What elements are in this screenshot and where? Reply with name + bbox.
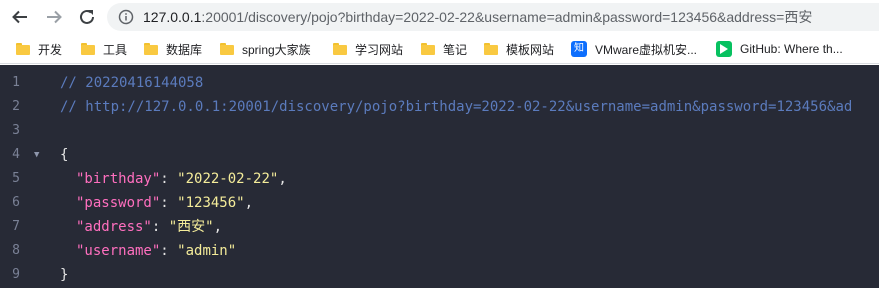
- line-number: 2: [12, 99, 20, 114]
- json-field-birthday: "birthday": "2022-02-22",: [76, 171, 287, 187]
- bookmark-folder-tools[interactable]: 工具: [81, 40, 127, 58]
- url-comment: // http://127.0.0.1:20001/discovery/pojo…: [60, 99, 853, 115]
- reload-button[interactable]: [75, 5, 99, 29]
- line-number: 8: [12, 243, 20, 258]
- bookmark-folder-database[interactable]: 数据库: [144, 40, 202, 58]
- bookmark-folder-learning[interactable]: 学习网站: [333, 40, 403, 58]
- bookmark-label: VMware虚拟机安...: [595, 42, 698, 57]
- folder-icon: [333, 43, 347, 55]
- code-line-1: 1 // 20220416144058: [0, 71, 879, 95]
- json-value: "2022-02-22": [177, 171, 279, 187]
- line-number: 6: [12, 195, 20, 210]
- line-number: 5: [12, 171, 20, 186]
- code-line-4: 4 ▼ {: [0, 143, 879, 167]
- json-field-password: "password": "123456",: [76, 195, 254, 211]
- bookmark-vmware[interactable]: 知 VMware虚拟机安...: [571, 40, 697, 58]
- code-line-5: 5 "birthday": "2022-02-22",: [0, 167, 879, 191]
- bookmark-folder-dev[interactable]: 开发: [16, 40, 62, 58]
- bookmark-github[interactable]: GitHub: Where th...: [716, 40, 843, 58]
- url-host: 127.0.0.1: [143, 9, 202, 25]
- json-key: "password": [76, 195, 161, 211]
- line-number: 9: [12, 267, 20, 282]
- play-icon: [716, 41, 732, 57]
- bookmark-folder-notes[interactable]: 笔记: [421, 40, 467, 58]
- folder-icon: [421, 43, 435, 55]
- bookmark-label: spring大家族: [242, 42, 311, 57]
- url-text[interactable]: 127.0.0.1:20001/discovery/pojo?birthday=…: [143, 9, 812, 25]
- back-button[interactable]: [8, 5, 32, 29]
- bookmark-label: 笔记: [443, 42, 468, 57]
- open-brace: {: [60, 147, 69, 163]
- timestamp-comment: // 20220416144058: [60, 75, 204, 91]
- bookmark-folder-spring[interactable]: spring大家族: [220, 40, 311, 58]
- code-line-8: 8 "username": "admin": [0, 239, 879, 263]
- code-line-9: 9 }: [0, 263, 879, 287]
- close-brace: }: [60, 267, 69, 283]
- forward-button[interactable]: [42, 5, 66, 29]
- code-line-7: 7 "address": "西安",: [0, 215, 879, 239]
- code-line-6: 6 "password": "123456",: [0, 191, 879, 215]
- line-number: 7: [12, 219, 20, 234]
- json-key: "birthday": [76, 171, 161, 187]
- bookmark-label: 工具: [103, 42, 128, 57]
- url-path: :20001/discovery/pojo?birthday=2022-02-2…: [201, 9, 813, 25]
- code-line-2: 2 // http://127.0.0.1:20001/discovery/po…: [0, 95, 879, 119]
- address-bar[interactable]: 127.0.0.1:20001/discovery/pojo?birthday=…: [107, 3, 879, 31]
- line-number: 1: [12, 75, 20, 90]
- folder-icon: [81, 43, 95, 55]
- browser-toolbar: 127.0.0.1:20001/discovery/pojo?birthday=…: [0, 0, 879, 34]
- comma: ,: [244, 195, 254, 211]
- comma: ,: [213, 219, 223, 235]
- bookmark-label: 数据库: [166, 42, 203, 57]
- json-value: "admin": [177, 243, 237, 259]
- line-number: 3: [12, 123, 20, 138]
- bookmark-folder-templates[interactable]: 模板网站: [484, 40, 554, 58]
- comma: ,: [278, 171, 287, 187]
- arrow-left-icon: [12, 10, 27, 24]
- bookmark-label: 开发: [38, 42, 63, 57]
- code-line-3: 3: [0, 119, 879, 143]
- info-icon[interactable]: [118, 9, 134, 25]
- json-field-address: "address": "西安",: [76, 219, 223, 235]
- zhihu-icon: 知: [571, 41, 587, 57]
- json-viewer: 1 // 20220416144058 2 // http://127.0.0.…: [0, 65, 879, 288]
- json-value: "123456": [177, 195, 245, 211]
- bookmark-label: GitHub: Where th...: [740, 42, 843, 56]
- bookmark-label: 学习网站: [355, 42, 404, 57]
- bookmark-label: 模板网站: [506, 42, 555, 57]
- fold-toggle-icon[interactable]: ▼: [34, 143, 39, 167]
- json-value: "西安": [168, 219, 214, 235]
- json-key: "address": [76, 219, 152, 235]
- folder-icon: [484, 43, 498, 55]
- json-field-username: "username": "admin": [76, 243, 237, 259]
- arrow-right-icon: [47, 10, 62, 24]
- folder-icon: [144, 43, 158, 55]
- folder-icon: [220, 43, 234, 55]
- line-number: 4: [12, 147, 20, 162]
- reload-icon: [80, 9, 94, 24]
- folder-icon: [16, 43, 30, 55]
- json-key: "username": [76, 243, 161, 259]
- bookmarks-bar: 开发 工具 数据库 spring大家族 学习网站 笔记 模板网站 知 VMware…: [0, 34, 879, 64]
